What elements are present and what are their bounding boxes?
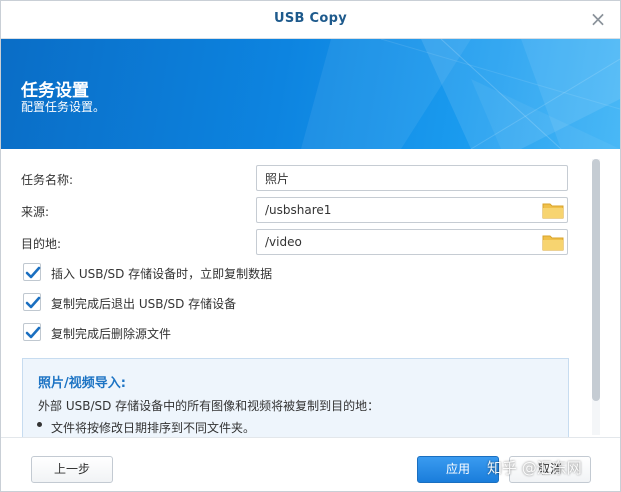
task-name-label: 任务名称: (21, 173, 74, 187)
close-icon[interactable]: × (586, 7, 610, 31)
checkbox-checked-icon[interactable] (23, 323, 41, 341)
apply-button[interactable]: 应用 (417, 456, 499, 483)
option-label: 复制完成后退出 USB/SD 存储设备 (51, 297, 237, 311)
destination-field[interactable]: /video (256, 229, 568, 255)
info-description: 外部 USB/SD 存储设备中的所有图像和视频将被复制到目的地： (38, 399, 380, 413)
source-field[interactable]: /usbshare1 (256, 197, 568, 223)
title-bar: USB Copy × (1, 1, 620, 39)
checkbox-checked-icon[interactable] (23, 263, 41, 281)
scrollbar-thumb[interactable] (592, 159, 600, 401)
folder-icon[interactable] (542, 233, 564, 251)
settings-content: 任务名称: 来源: /usbshare1 目的地: /video (1, 149, 620, 437)
option-label: 复制完成后删除源文件 (51, 327, 172, 341)
cancel-button[interactable]: 取消 (509, 456, 591, 483)
destination-label: 目的地: (21, 237, 62, 251)
destination-value: /video (265, 235, 302, 249)
info-box: 照片/视频导入: 外部 USB/SD 存储设备中的所有图像和视频将被复制到目的地… (22, 358, 569, 437)
header-banner: 任务设置 配置任务设置。 (1, 39, 620, 149)
option-label: 插入 USB/SD 存储设备时，立即复制数据 (51, 267, 273, 281)
source-label: 来源: (21, 205, 50, 219)
banner-decoration (301, 39, 620, 149)
task-name-input[interactable] (256, 165, 568, 191)
folder-icon[interactable] (542, 201, 564, 219)
page-subtitle: 配置任务设置。 (21, 100, 106, 114)
checkbox-checked-icon[interactable] (23, 293, 41, 311)
info-bullet: 文件将按修改日期排序到不同文件夹。 (51, 421, 256, 435)
window-title: USB Copy (273, 11, 347, 26)
bullet-icon (37, 422, 42, 427)
info-title: 照片/视频导入: (38, 376, 126, 391)
usb-copy-dialog: USB Copy × 任务设置 配置任务设置。 任务名称: 来源: /usbsh… (0, 0, 621, 492)
dialog-footer: 上一步 应用 取消 (1, 437, 620, 491)
source-value: /usbshare1 (265, 203, 332, 217)
back-button[interactable]: 上一步 (31, 456, 113, 483)
